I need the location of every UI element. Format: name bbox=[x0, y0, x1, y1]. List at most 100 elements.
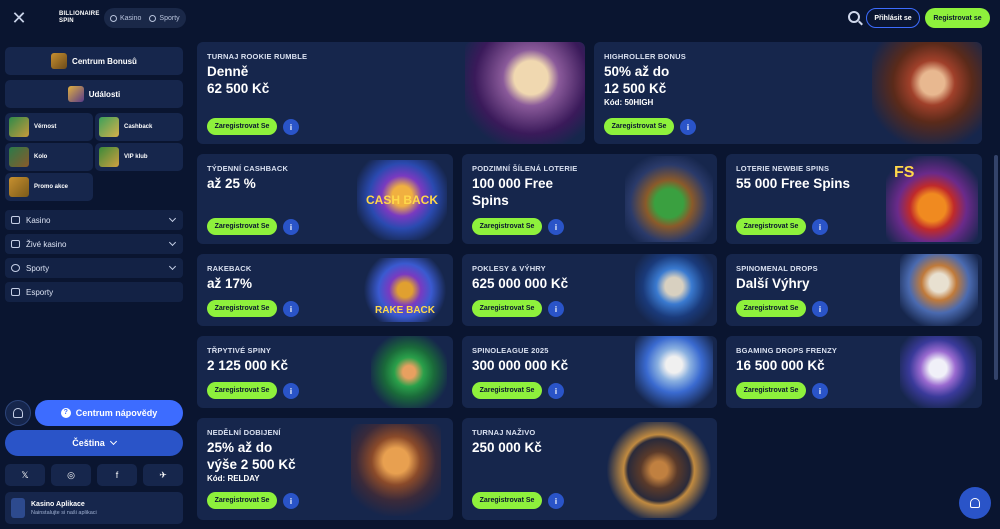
info-icon[interactable]: i bbox=[283, 493, 299, 509]
logo-text-line-1: BILLIONAIRE bbox=[59, 11, 100, 17]
card-title: 100 000 Free Spins bbox=[472, 176, 554, 208]
register-button[interactable]: Zaregistrovat Se bbox=[472, 218, 542, 235]
logo-text-line-2: SPIN bbox=[59, 18, 74, 24]
card-title: 16 500 000 Kč bbox=[736, 358, 825, 373]
card-label: TURNAJ ROOKIE RUMBLE bbox=[207, 52, 308, 61]
card-title: 55 000 Free Spins bbox=[736, 176, 851, 191]
tab-sporty[interactable]: Sporty bbox=[149, 14, 180, 22]
x-twitter-icon[interactable]: 𝕏 bbox=[5, 464, 45, 486]
card-title: 50% až do 12 500 Kč Kód: 50HIGH bbox=[604, 64, 670, 107]
cactus-art-image bbox=[625, 156, 713, 242]
card-title: 25% až do výše 2 500 Kč Kód: RELDAY bbox=[207, 440, 296, 483]
help-center-button[interactable]: ? Centrum nápovědy bbox=[35, 400, 183, 426]
info-icon[interactable]: i bbox=[548, 301, 564, 317]
card-label: POKLESY & VÝHRY bbox=[472, 264, 546, 273]
info-icon[interactable]: i bbox=[548, 493, 564, 509]
promo-card[interactable]: SPINOMENAL DROPS Další Výhry Zaregistrov… bbox=[726, 254, 982, 326]
promo-card[interactable]: BGAMING DROPS FRENZY 16 500 000 Kč Zareg… bbox=[726, 336, 982, 408]
facebook-icon[interactable]: f bbox=[97, 464, 137, 486]
info-icon[interactable]: i bbox=[812, 219, 828, 235]
register-button[interactable]: Zaregistrovat Se bbox=[472, 382, 542, 399]
promo-card[interactable]: RAKE BACK RAKEBACK až 17% Zaregistrovat … bbox=[197, 254, 453, 326]
promo-card[interactable]: TŘPYTIVÉ SPINY 2 125 000 Kč Zaregistrova… bbox=[197, 336, 453, 408]
sidebar-tile-promo[interactable]: Promo akce bbox=[5, 173, 93, 201]
register-button[interactable]: Zaregistrovat Se bbox=[736, 382, 806, 399]
login-button[interactable]: Přihlásit se bbox=[866, 8, 920, 28]
info-icon[interactable]: i bbox=[680, 119, 696, 135]
register-button[interactable]: Zaregistrovat Se bbox=[207, 492, 277, 509]
leprechaun-art-image bbox=[371, 336, 447, 408]
register-button[interactable]: Zaregistrovat Se bbox=[207, 118, 277, 135]
search-icon[interactable] bbox=[848, 11, 860, 23]
info-icon[interactable]: i bbox=[283, 119, 299, 135]
promo-card[interactable]: SPINOLEAGUE 2025 300 000 000 Kč Zaregist… bbox=[462, 336, 717, 408]
live-chat-button[interactable] bbox=[959, 487, 991, 519]
close-icon[interactable]: ✕ bbox=[10, 9, 28, 27]
sidebar-item-live-casino[interactable]: Živé kasino bbox=[5, 234, 183, 254]
sidebar-item-sports[interactable]: Sporty bbox=[5, 258, 183, 278]
sidebar-item-kasino[interactable]: Kasino bbox=[5, 210, 183, 230]
sidebar-tile-label: Věrnost bbox=[34, 124, 57, 130]
card-label: HIGHROLLER BONUS bbox=[604, 52, 686, 61]
sidebar-tile-cashback[interactable]: Cashback bbox=[95, 113, 183, 141]
info-icon[interactable]: i bbox=[283, 383, 299, 399]
wheel-icon bbox=[9, 147, 29, 167]
promo-card[interactable]: TURNAJ NAŽIVO 250 000 Kč Zaregistrovat S… bbox=[462, 418, 717, 520]
register-button[interactable]: Zaregistrovat Se bbox=[472, 300, 542, 317]
info-icon[interactable]: i bbox=[283, 301, 299, 317]
promo-card[interactable]: HIGHROLLER BONUS 50% až do 12 500 Kč Kód… bbox=[594, 42, 982, 144]
sidebar-item-label: Esporty bbox=[26, 287, 54, 297]
scrollbar[interactable] bbox=[994, 155, 998, 380]
card-title: až 17% bbox=[207, 276, 253, 291]
chevron-down-icon bbox=[168, 262, 177, 271]
sidebar-tile-wheel[interactable]: Kolo bbox=[5, 143, 93, 171]
app-subtitle: Nainstalujte si naši aplikaci bbox=[31, 509, 97, 516]
app-install-banner[interactable]: Kasino Aplikace Nainstalujte si naši apl… bbox=[5, 492, 183, 524]
promo-card[interactable]: POKLESY & VÝHRY 625 000 000 Kč Zaregistr… bbox=[462, 254, 717, 326]
register-button[interactable]: Zaregistrovat Se bbox=[472, 492, 542, 509]
promo-card[interactable]: TURNAJ ROOKIE RUMBLE Denně 62 500 Kč Zar… bbox=[197, 42, 585, 144]
register-button[interactable]: Zaregistrovat Se bbox=[736, 300, 806, 317]
support-button[interactable] bbox=[5, 400, 31, 426]
help-center-label: Centrum nápovědy bbox=[75, 408, 158, 418]
promo-code: Kód: 50HIGH bbox=[604, 98, 654, 107]
promo-card[interactable]: PODZIMNÍ ŠÍLENÁ LOTERIE 100 000 Free Spi… bbox=[462, 154, 717, 244]
chevron-down-icon bbox=[109, 437, 117, 446]
sidebar-item-esports[interactable]: Esporty bbox=[5, 282, 183, 302]
card-title: až 25 % bbox=[207, 176, 256, 191]
info-icon[interactable]: i bbox=[548, 383, 564, 399]
register-button[interactable]: Registrovat se bbox=[925, 8, 990, 28]
sidebar-events-label: Události bbox=[88, 89, 121, 99]
promo-card[interactable]: CASH BACK TÝDENNÍ CASHBACK až 25 % Zareg… bbox=[197, 154, 453, 244]
info-icon[interactable]: i bbox=[283, 219, 299, 235]
register-button[interactable]: Zaregistrovat Se bbox=[604, 118, 674, 135]
brand-logo[interactable]: BILLIONAIRE SPIN bbox=[56, 7, 99, 29]
info-icon[interactable]: i bbox=[548, 219, 564, 235]
card-title: 250 000 Kč bbox=[472, 440, 542, 455]
cards-icon bbox=[11, 216, 20, 224]
register-button[interactable]: Zaregistrovat Se bbox=[736, 218, 806, 235]
register-button[interactable]: Zaregistrovat Se bbox=[207, 300, 277, 317]
language-selector[interactable]: Čeština bbox=[5, 430, 183, 456]
card-title: 300 000 000 Kč bbox=[472, 358, 569, 373]
sidebar-tile-label: VIP klub bbox=[124, 154, 148, 160]
tab-kasino[interactable]: Kasino bbox=[110, 14, 141, 22]
info-icon[interactable]: i bbox=[812, 301, 828, 317]
sidebar-tile-loyalty[interactable]: Věrnost bbox=[5, 113, 93, 141]
telegram-icon[interactable]: ✈ bbox=[143, 464, 183, 486]
promo-card[interactable]: NEDĚLNÍ DOBIJENÍ 25% až do výše 2 500 Kč… bbox=[197, 418, 453, 520]
instagram-icon[interactable]: ◎ bbox=[51, 464, 91, 486]
question-icon: ? bbox=[60, 408, 71, 418]
card-title: Denně 62 500 Kč bbox=[207, 64, 270, 96]
card-label: NEDĚLNÍ DOBIJENÍ bbox=[207, 428, 281, 437]
register-button[interactable]: Zaregistrovat Se bbox=[207, 218, 277, 235]
casino-chip-icon bbox=[110, 14, 117, 22]
language-label: Čeština bbox=[72, 438, 105, 448]
promo-card[interactable]: FS LOTERIE NEWBIE SPINS 55 000 Free Spin… bbox=[726, 154, 982, 244]
sidebar-events[interactable]: Události bbox=[5, 80, 183, 108]
card-label: RAKEBACK bbox=[207, 264, 252, 273]
sidebar-bonus-center[interactable]: Centrum Bonusů bbox=[5, 47, 183, 75]
info-icon[interactable]: i bbox=[812, 383, 828, 399]
sidebar-tile-vip[interactable]: VIP klub bbox=[95, 143, 183, 171]
register-button[interactable]: Zaregistrovat Se bbox=[207, 382, 277, 399]
